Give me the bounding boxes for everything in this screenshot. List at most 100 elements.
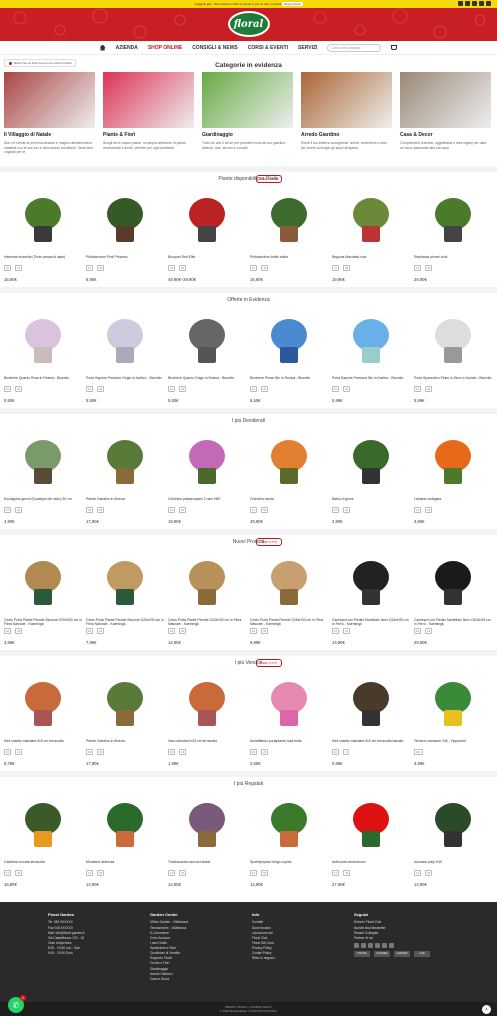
category-card[interactable]: Casa & Decor Complementi d'arredo, oggett… <box>400 72 491 167</box>
whatsapp-chat-button[interactable]: ✆ 1 <box>8 995 26 1013</box>
product-card[interactable]: Porta Sapone Prestone Grigio in Acrilico… <box>86 309 164 403</box>
tiktok-icon[interactable] <box>375 942 380 948</box>
product-name[interactable]: Bouquet Red Elite <box>168 255 246 264</box>
product-name[interactable]: Porta Sapone Prestone Blu in Acrilico - … <box>332 376 410 385</box>
category-card[interactable]: Il Villaggio di Natale Non c'è niente di … <box>4 72 95 167</box>
product-image[interactable] <box>86 551 164 615</box>
partner-logo[interactable]: LIVE <box>414 950 430 957</box>
product-image[interactable] <box>168 430 246 494</box>
product-card[interactable]: Porta Spazzolino Pinko in Zinco e Acciai… <box>414 309 492 403</box>
product-name[interactable]: Porta Spazzolino Pinko in Zinco e Acciai… <box>414 376 492 385</box>
product-card[interactable]: Orchidea phalaenopsis 2 rami H60 12 60 19,9… <box>168 430 246 524</box>
partner-logo[interactable]: GARDEN <box>394 950 410 957</box>
product-image[interactable] <box>86 672 164 736</box>
product-card[interactable]: Terriccio cactacee 20lt - Vigorplant 20L 4… <box>414 672 492 766</box>
category-card[interactable]: Piante & Fiori Scegli fra le nostre piant… <box>103 72 194 167</box>
category-image[interactable] <box>400 72 491 128</box>
product-card[interactable]: Cesto Porta Piante Pensile Bicolore D20x… <box>4 551 82 645</box>
product-name[interactable]: Orchidea vanda <box>250 497 328 506</box>
product-image[interactable] <box>4 551 82 615</box>
product-card[interactable]: Bicchiere Quarzo Grigio in Resina - Bizz… <box>168 309 246 403</box>
product-name[interactable]: Alocasia polly H45 <box>414 860 492 869</box>
product-image[interactable] <box>414 430 492 494</box>
whatsapp-icon[interactable] <box>382 942 387 948</box>
announcement-badge[interactable]: Scopri di più <box>282 2 303 6</box>
whatsapp-icon[interactable] <box>486 1 491 6</box>
footer-link[interactable]: Ritiro in negozio <box>252 956 342 961</box>
category-title[interactable]: Arredo Giardino <box>301 132 392 138</box>
product-name[interactable]: Terriccio cactacee 20lt - Vigorplant <box>414 739 492 748</box>
product-card[interactable]: Orchidea vanda 12 50 49,90€ <box>250 430 328 524</box>
product-card[interactable]: Cachepot con Piedini Martellato Nero D15… <box>332 551 410 645</box>
category-image[interactable] <box>202 72 293 128</box>
nav-shop-online[interactable]: SHOP ONLINE <box>148 45 182 51</box>
product-name[interactable]: Philodendron birkin stella <box>250 255 328 264</box>
product-name[interactable]: Orchidea phalaenopsis 2 rami H60 <box>168 497 246 506</box>
product-name[interactable]: Stephania pierrei vivid <box>414 255 492 264</box>
linkedin-icon[interactable] <box>389 942 394 948</box>
category-card[interactable]: Giardinaggio Tutto ciò che ti serve per p… <box>202 72 293 167</box>
product-image[interactable] <box>332 672 410 736</box>
product-name[interactable]: Mini vasetto standard d15 cm terracotta <box>4 739 82 748</box>
product-card[interactable]: Porta Sapone Prestone Blu in Acrilico - … <box>332 309 410 403</box>
product-name[interactable]: Bicchiere Quarzo Rosa in Resina - Bizzot… <box>4 376 82 385</box>
product-card[interactable]: Tradescantia nanouk basket 14 30 12,90€ <box>168 793 246 887</box>
product-card[interactable]: Stephania pierrei vivid 14 40 29,90€ <box>414 188 492 282</box>
product-name[interactable]: Cachepot con Piedini Martellato Nero D20… <box>414 618 492 627</box>
product-card[interactable]: Bouquet Red Elite 35 50 49,90€–29,90€ <box>168 188 246 282</box>
product-card[interactable]: Hanneke bromelia (Tilcie campa di lapin)… <box>4 188 82 282</box>
product-image[interactable] <box>332 793 410 857</box>
product-image[interactable] <box>414 309 492 373</box>
product-card[interactable]: Begonia Maculata cuor 12 35 19,90€ <box>332 188 410 282</box>
instagram-icon[interactable] <box>465 1 470 6</box>
search-input[interactable]: Cerca nel catalogo <box>327 43 382 52</box>
category-title[interactable]: Giardinaggio <box>202 132 293 138</box>
product-name[interactable]: Anthurium andreanum <box>332 860 410 869</box>
announcement-link[interactable]: Leggi di più <box>194 2 211 6</box>
product-image[interactable] <box>332 309 410 373</box>
product-card[interactable]: Spathiphyllum bingo cupido 14 50 14,90€ <box>250 793 328 887</box>
product-name[interactable]: Cesto Porta Piante Pensile D20xH30 cm in… <box>168 618 246 627</box>
product-name[interactable]: Calathea crocata terracotta <box>4 860 82 869</box>
home-icon[interactable] <box>99 44 106 51</box>
product-card[interactable]: Annaffiatoio portapianta rosa bella 20 25 2… <box>250 672 328 766</box>
product-card[interactable]: Vaso standard d15 cm terracotta 15 13 1,99€ <box>168 672 246 766</box>
youtube-icon[interactable] <box>472 1 477 6</box>
product-image[interactable] <box>4 793 82 857</box>
tiktok-icon[interactable] <box>479 1 484 6</box>
footer-link[interactable]: Casa e Decor <box>150 977 240 982</box>
back-to-top-button[interactable]: ˄ <box>482 1005 491 1014</box>
facebook-icon[interactable] <box>458 1 463 6</box>
product-name[interactable]: Cesto Porta Piante Pensile Bicolore D20x… <box>86 618 164 627</box>
floral-logo[interactable]: floral <box>227 11 270 37</box>
category-title[interactable]: Piante & Fiori <box>103 132 194 138</box>
instagram-icon[interactable] <box>361 942 366 948</box>
partner-logo[interactable]: PIANTA <box>354 950 370 957</box>
view-all-button[interactable]: VEDI TUTTI <box>256 175 283 183</box>
product-card[interactable]: Mini vasetto standard d10 cm terracotta … <box>332 672 410 766</box>
product-card[interactable]: Parete Giardino in Alveolo 30 80 17,90€ <box>86 430 164 524</box>
product-name[interactable]: Begonia Maculata cuor <box>332 255 410 264</box>
product-image[interactable] <box>168 551 246 615</box>
product-image[interactable] <box>86 430 164 494</box>
product-image[interactable] <box>4 309 82 373</box>
product-image[interactable] <box>332 551 410 615</box>
product-name[interactable]: Eucalyptus gunnii (Eucalipto del sidro) … <box>4 497 82 506</box>
product-card[interactable]: Eucalyptus gunnii (Eucalipto del sidro) … <box>4 430 82 524</box>
partner-logo[interactable]: FLOWER <box>374 950 390 957</box>
category-card[interactable]: Arredo Giardino Rendi il tuo esterno acco… <box>301 72 392 167</box>
product-card[interactable]: Cesto Porta Piante Pensile D20xH30 cm in… <box>168 551 246 645</box>
product-image[interactable] <box>250 793 328 857</box>
view-all-button[interactable]: VEDI TUTTI <box>256 538 283 546</box>
product-card[interactable]: Calathea crocata terracotta 14 40 16,90€ <box>4 793 82 887</box>
product-name[interactable]: Vaso standard d15 cm terracotta <box>168 739 246 748</box>
product-card[interactable]: Alocasia polly H45 14 45 14,90€ <box>414 793 492 887</box>
product-image[interactable] <box>86 188 164 252</box>
product-card[interactable]: Mini vasetto standard d15 cm terracotta 1… <box>4 672 82 766</box>
product-image[interactable] <box>414 551 492 615</box>
product-name[interactable]: Cachepot con Piedini Martellato Nero D15… <box>332 618 410 627</box>
product-card[interactable]: Bicchiere Quarzo Rosa in Resina - Bizzot… <box>4 309 82 403</box>
nav-consigli-news[interactable]: CONSIGLI & NEWS <box>192 45 238 51</box>
product-image[interactable] <box>86 793 164 857</box>
footer-link[interactable]: 9:00 - 19:30 Dom <box>48 951 138 956</box>
